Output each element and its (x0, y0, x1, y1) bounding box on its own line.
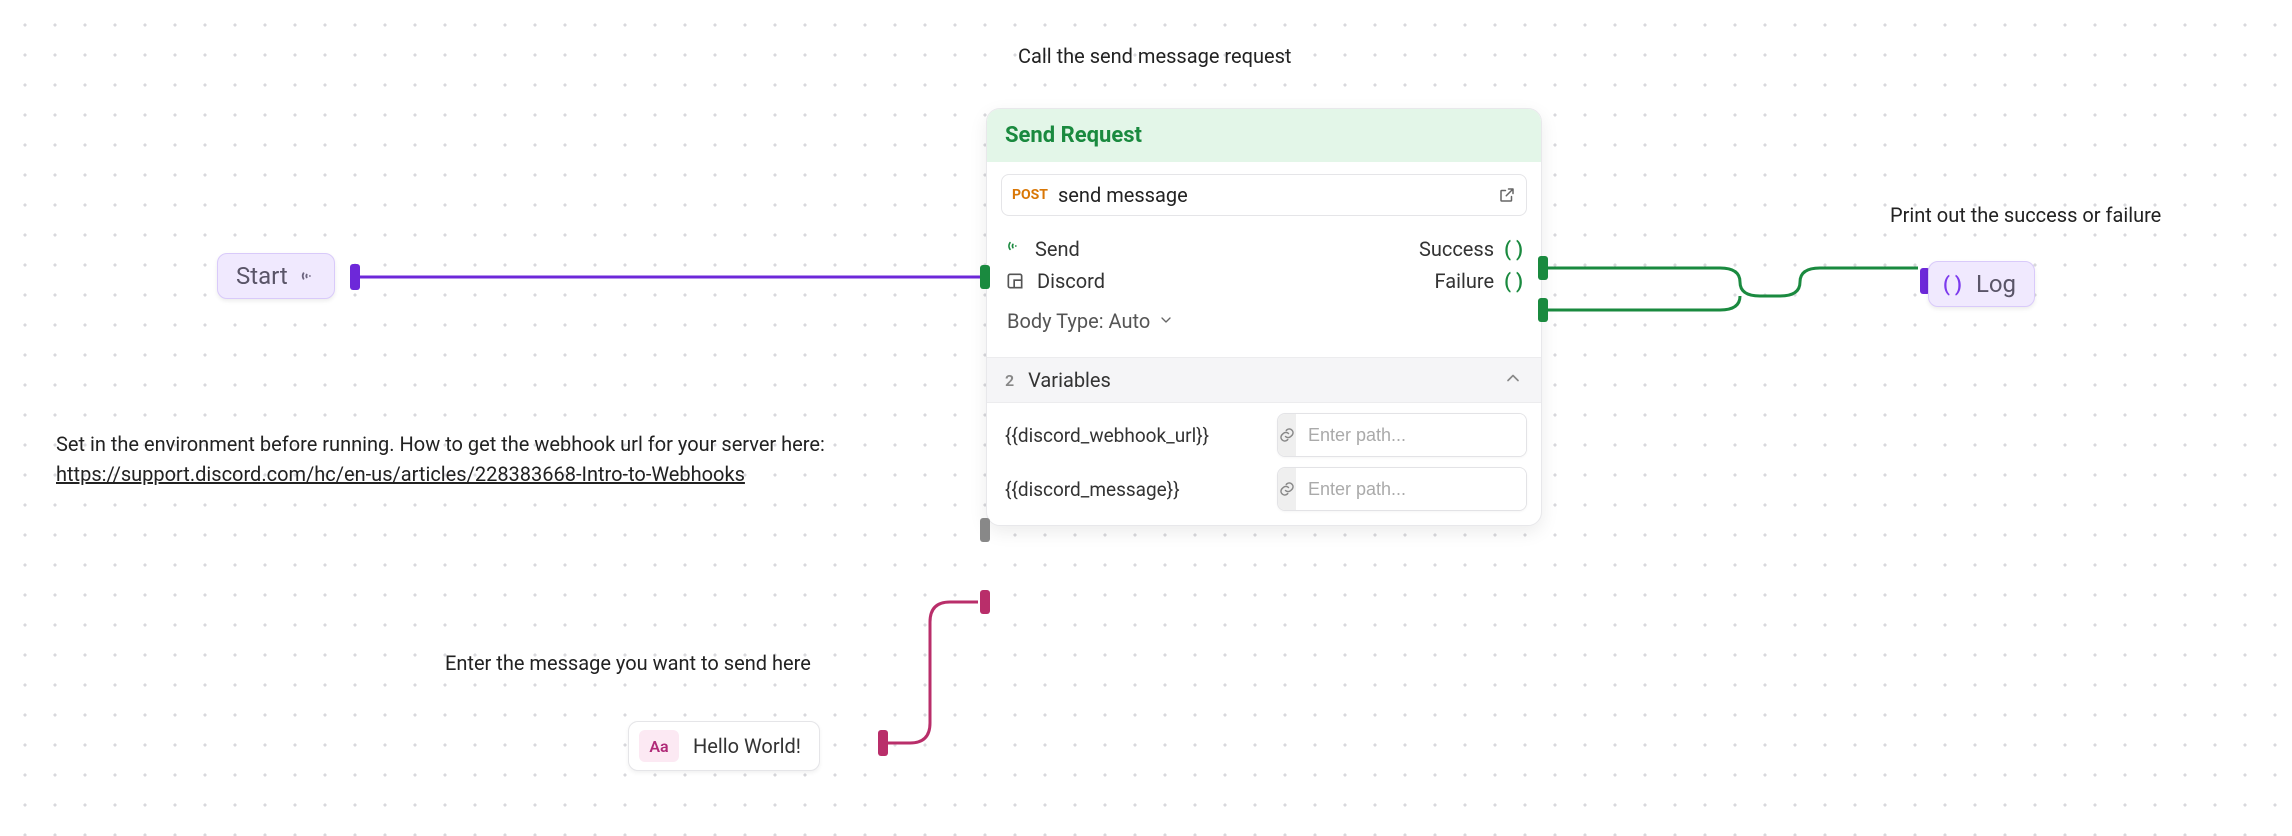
http-method: POST (1012, 187, 1048, 203)
broadcast-in-icon (1005, 236, 1025, 261)
annotation-env: Set in the environment before running. H… (56, 429, 856, 489)
annotation-enter-msg: Enter the message you want to send here (445, 648, 811, 678)
failure-label: Failure (1435, 269, 1495, 293)
path-input-wrap (1277, 413, 1527, 457)
hello-world-label: Hello World! (693, 734, 801, 758)
start-label: Start (236, 262, 288, 290)
io-row-failure: Discord Failure ( ) (1001, 267, 1527, 299)
open-external-icon[interactable] (1498, 186, 1516, 204)
success-label: Success (1419, 237, 1494, 261)
var-message-input-port[interactable] (980, 590, 990, 614)
link-icon[interactable] (1278, 468, 1296, 510)
send-request-card[interactable]: Send Request POST send message Send Succ… (986, 108, 1542, 526)
request-row[interactable]: POST send message (1001, 174, 1527, 216)
hello-output-port[interactable] (878, 730, 888, 756)
failure-paren-icon: ( ) (1504, 269, 1523, 293)
success-paren-icon: ( ) (1504, 237, 1523, 261)
discord-label: Discord (1037, 269, 1105, 293)
link-icon[interactable] (1278, 414, 1296, 456)
chevron-down-icon (1158, 309, 1174, 333)
annotation-env-link[interactable]: https://support.discord.com/hc/en-us/art… (56, 462, 745, 486)
card-title: Send Request (1005, 123, 1523, 148)
text-icon: Aa (639, 730, 679, 762)
io-row-send: Send Success ( ) (1001, 230, 1527, 267)
path-input-wrap (1277, 467, 1527, 511)
variables-count: 2 (1005, 371, 1014, 390)
start-node[interactable]: Start (217, 253, 335, 299)
variable-row-webhook: {{discord_webhook_url}} (987, 403, 1541, 457)
var-webhook-input-port[interactable] (980, 518, 990, 542)
success-output-port[interactable] (1538, 256, 1548, 280)
log-node[interactable]: ( ) Log (1928, 261, 2035, 307)
annotation-top: Call the send message request (1018, 41, 1291, 71)
annotation-print-out: Print out the success or failure (1890, 200, 2161, 230)
path-input[interactable] (1296, 414, 1527, 456)
start-output-port[interactable] (350, 264, 360, 290)
chevron-up-icon (1503, 368, 1523, 392)
failure-output-port[interactable] (1538, 298, 1548, 322)
discord-icon (1005, 271, 1025, 291)
variables-bar[interactable]: 2 Variables (987, 357, 1541, 403)
body-type-label: Body Type: Auto (1007, 309, 1150, 333)
flow-canvas[interactable]: Call the send message request Set in the… (0, 0, 2292, 836)
variable-name: {{discord_webhook_url}} (1005, 424, 1267, 447)
path-input[interactable] (1296, 468, 1527, 510)
card-header: Send Request (987, 109, 1541, 162)
card-body: POST send message Send Success ( ) (987, 162, 1541, 357)
annotation-env-prefix: Set in the environment before running. H… (56, 432, 825, 456)
body-type-dropdown[interactable]: Body Type: Auto (1001, 299, 1527, 341)
request-name: send message (1058, 183, 1498, 207)
variable-name: {{discord_message}} (1005, 478, 1267, 501)
hello-world-node[interactable]: Aa Hello World! (628, 721, 820, 771)
variables-label: Variables (1028, 368, 1111, 392)
log-label: Log (1976, 270, 2016, 298)
send-label: Send (1035, 237, 1080, 261)
send-input-port[interactable] (980, 265, 990, 289)
variable-row-message: {{discord_message}} (987, 457, 1541, 525)
parentheses-icon: ( ) (1943, 272, 1962, 296)
broadcast-icon (298, 265, 320, 287)
